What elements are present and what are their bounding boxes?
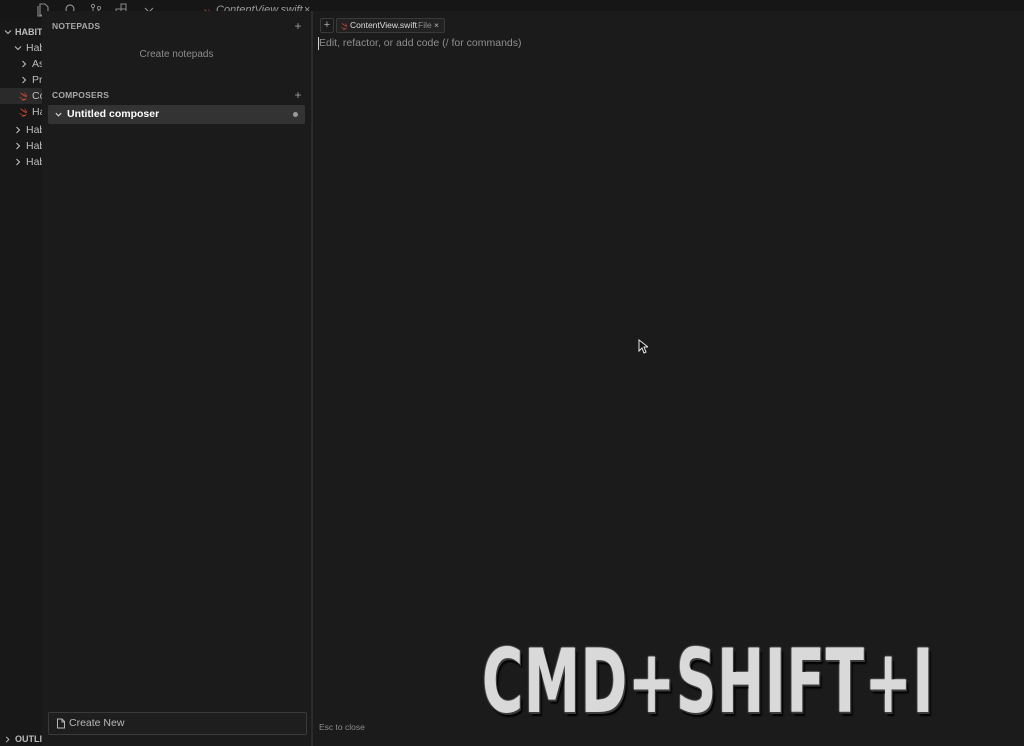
composer-item[interactable]: Untitled composer <box>48 105 305 124</box>
context-file-kind: File <box>418 20 432 30</box>
create-notepads-link[interactable]: Create notepads <box>42 49 311 60</box>
tree-item[interactable]: Pr <box>0 72 42 88</box>
esc-to-close-hint: Esc to close <box>319 722 365 732</box>
swift-file-icon <box>19 92 27 101</box>
composer-item-label: Untitled composer <box>67 108 160 120</box>
remove-context-icon[interactable]: × <box>434 19 439 32</box>
tree-item[interactable]: Hab <box>0 138 42 154</box>
tree-item[interactable]: Ha <box>0 104 42 120</box>
add-notepad-button[interactable]: + <box>292 20 304 32</box>
tree-item[interactable]: Hab <box>0 40 42 56</box>
composers-title: COMPOSERS <box>52 90 110 100</box>
chevron-right-icon <box>16 142 21 150</box>
composer-sidebar: NOTEPADS + Create notepads COMPOSERS + U… <box>42 11 312 746</box>
create-new-label: Create New <box>69 717 125 729</box>
tree-item[interactable]: Co <box>0 88 42 104</box>
context-file-name: ContentView.swift <box>350 20 417 30</box>
create-new-button[interactable]: Create New <box>48 712 307 735</box>
context-file-chip[interactable]: ContentView.swift File × <box>336 18 445 33</box>
tree-item[interactable]: Hab <box>0 122 42 138</box>
file-explorer: HABIT Hab As Pr Co Ha Hab Hab Hab <box>0 20 43 746</box>
explorer-root[interactable]: HABIT <box>0 24 42 40</box>
unsaved-dot-icon <box>293 112 298 117</box>
chevron-right-icon <box>22 60 27 68</box>
swift-file-icon <box>340 22 348 30</box>
keyboard-shortcut-caption: CMD+SHIFT+I <box>482 630 935 733</box>
chevron-right-icon <box>22 76 27 84</box>
chevron-right-icon <box>16 126 21 134</box>
add-composer-button[interactable]: + <box>292 89 304 101</box>
chevron-down-icon[interactable] <box>54 110 63 119</box>
tree-item[interactable]: Hab <box>0 154 42 170</box>
chevron-down-icon <box>14 46 22 51</box>
prompt-input[interactable]: Edit, refactor, or add code (/ for comma… <box>319 37 522 49</box>
chevron-down-icon <box>4 30 12 35</box>
tree-item[interactable]: As <box>0 56 42 72</box>
swift-file-icon <box>19 108 27 117</box>
chevron-right-icon <box>16 158 21 166</box>
chevron-right-icon <box>5 736 10 743</box>
add-context-button[interactable]: + <box>320 18 334 33</box>
notepads-title: NOTEPADS <box>52 21 101 31</box>
mouse-pointer-icon <box>638 339 648 354</box>
new-file-icon <box>57 718 65 729</box>
